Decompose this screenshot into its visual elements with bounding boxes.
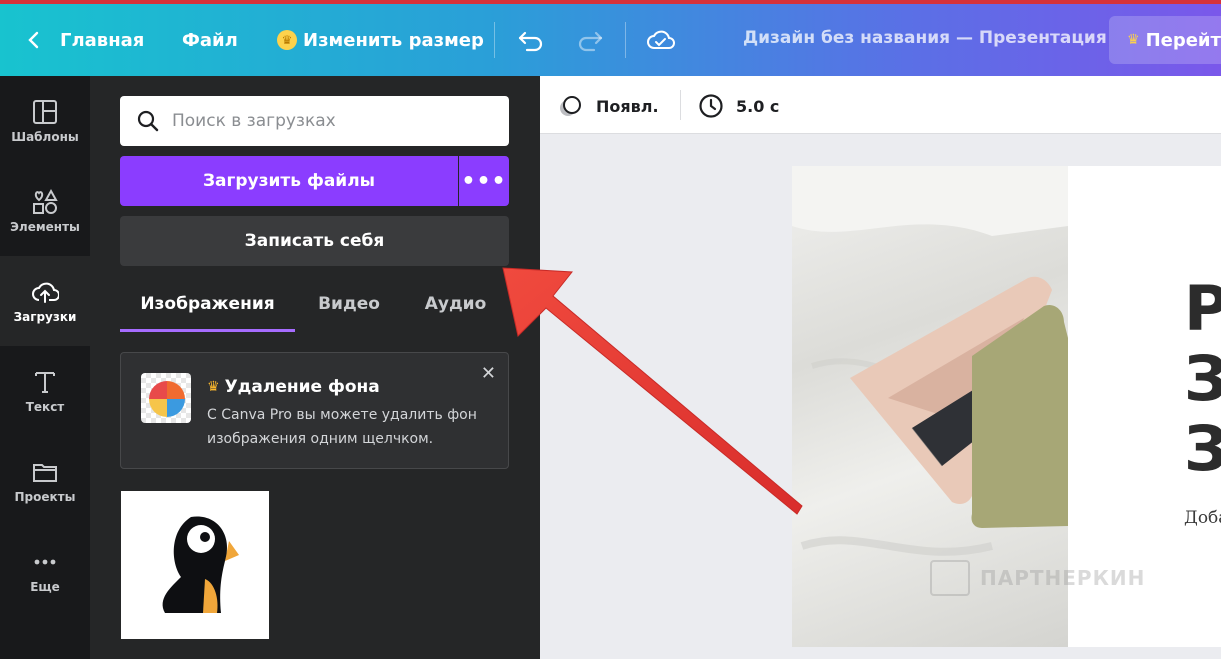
slide-subtext[interactable]: Доба [1184,508,1221,528]
close-icon[interactable]: ✕ [481,363,496,384]
rail-item-templates[interactable]: Шаблоны [0,76,90,166]
crown-icon: ♛ [277,30,297,50]
rail-item-projects[interactable]: Проекты [0,436,90,526]
top-bar: Главная Файл ♛ Изменить размер Дизайн бе… [0,0,1221,76]
search-icon [137,110,159,132]
tab-video[interactable]: Видео [310,294,388,332]
duration-label: 5.0 с [736,96,780,116]
animate-button[interactable]: Появл. [558,92,659,120]
templates-icon [33,100,57,124]
slide-heading-line-1[interactable]: Р [1184,278,1221,340]
upload-cloud-icon [32,282,59,303]
redo-icon [578,31,603,52]
promo-image [141,373,191,423]
clock-icon [699,94,723,118]
back-home-label: Главная [60,29,145,51]
crown-icon: ♛ [1127,32,1140,48]
background-remover-promo: ♛ Удаление фона С Canva Pro вы можете уд… [120,352,509,469]
document-title[interactable]: Дизайн без названия — Презентация [743,28,1107,48]
tab-images[interactable]: Изображения [120,294,295,332]
file-menu-label: Файл [182,29,238,51]
more-icon [34,559,56,565]
undo-button[interactable] [517,26,545,54]
file-menu-button[interactable]: Файл [182,26,238,54]
rail-label-projects: Проекты [14,490,76,504]
duration-button[interactable]: 5.0 с [698,92,779,120]
cloud-check-icon [647,30,675,49]
tab-audio[interactable]: Аудио [418,294,493,332]
slide-heading-line-3[interactable]: З [1184,418,1221,480]
record-yourself-label: Записать себя [244,231,385,251]
chevron-left-icon [28,31,39,49]
rail-label-uploads: Загрузки [13,310,77,324]
folder-icon [33,464,57,482]
top-accent-line [0,0,1221,4]
search-box[interactable] [120,96,509,146]
back-home-button[interactable]: Главная [26,26,144,54]
rail-label-text: Текст [25,400,65,414]
rail-label-more: Еще [30,580,60,594]
icon-rail: Шаблоны Элементы Загрузки Текст Проекты … [0,76,90,659]
rail-item-more[interactable]: Еще [0,526,90,616]
upload-files-button[interactable]: Загрузить файлы [120,156,458,206]
watermark: ПАРТНЕРКИН [930,560,1145,596]
elements-icon [33,188,58,214]
rail-item-text[interactable]: Текст [0,346,90,436]
toolbar-divider [680,90,681,120]
rail-label-elements: Элементы [10,220,80,234]
uploads-panel: Загрузить файлы ••• Записать себя Изобра… [90,76,540,659]
uploaded-image-thumbnail[interactable] [121,491,269,639]
watermark-logo-icon [930,560,970,596]
rail-label-templates: Шаблоны [11,130,79,144]
animate-icon [560,96,581,116]
beach-ball-icon [149,381,185,417]
redo-button[interactable] [576,26,604,54]
rail-item-uploads[interactable]: Загрузки [0,256,90,346]
rail-item-elements[interactable]: Элементы [0,166,90,256]
slide-heading-line-2[interactable]: З [1184,348,1221,410]
resize-button[interactable]: ♛ Изменить размер [277,26,484,54]
resize-label: Изменить размер [303,29,484,51]
crown-icon: ♛ [207,379,220,395]
tab-video-label: Видео [318,294,380,314]
watermark-text: ПАРТНЕРКИН [980,566,1146,590]
editor-toolbar: Появл. 5.0 с [540,76,1221,134]
penguin-logo-icon [162,516,239,613]
go-pro-button[interactable]: ♛ Перейт [1109,16,1221,64]
app-root: Главная Файл ♛ Изменить размер Дизайн бе… [0,0,1221,659]
promo-title: ♛ Удаление фона [207,377,380,397]
tab-audio-label: Аудио [424,294,487,314]
topbar-divider [494,22,495,58]
cloud-save-status[interactable] [646,26,676,54]
upload-files-label: Загрузить файлы [202,171,376,191]
upload-more-button[interactable]: ••• [459,156,509,206]
topbar-divider-2 [625,22,626,58]
tab-images-label: Изображения [140,294,275,314]
undo-icon [518,31,543,52]
animate-label: Появл. [596,96,659,116]
more-dots-icon: ••• [461,168,507,194]
text-icon [35,372,55,393]
promo-title-text: Удаление фона [224,377,380,397]
go-pro-label: Перейт [1145,29,1221,51]
record-yourself-button[interactable]: Записать себя [120,216,509,266]
search-input[interactable] [172,111,492,131]
promo-text: С Canva Pro вы можете удалить фон изобра… [207,407,477,447]
editor-area: Появл. 5.0 с Р З З Доб ПАРТНЕРКИН [540,76,1221,659]
